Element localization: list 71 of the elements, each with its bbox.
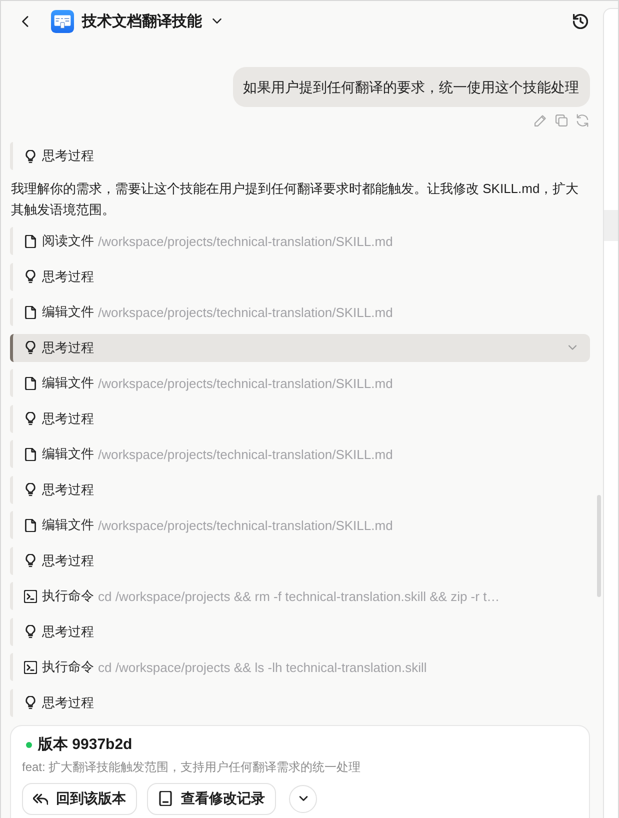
copy-icon[interactable]: [555, 114, 568, 127]
scrollbar-thumb[interactable]: [597, 495, 601, 597]
file-step[interactable]: 编辑文件 /workspace/projects/technical-translation/SKILL.md: [10, 440, 590, 468]
version-title: 版本 9937b2d: [38, 735, 132, 754]
lightbulb-icon: [24, 270, 37, 283]
command-step[interactable]: 执行命令 cd /workspace/projects && rm -f technical-translation.skill && zip -r t…: [10, 582, 590, 610]
reply-all-icon: [33, 791, 48, 806]
file-icon: [24, 518, 37, 532]
terminal-icon: [24, 660, 37, 674]
step-label: 思考过程: [42, 268, 94, 286]
step-label: 思考过程: [42, 552, 94, 570]
commit-message: feat: 扩大翻译技能触发范围，支持用户任何翻译需求的统一处理: [22, 758, 362, 774]
user-message: 如果用户提到任何翻译的要求，统一使用这个技能处理: [233, 67, 590, 107]
lightbulb-icon: [24, 150, 37, 162]
step-detail: /workspace/projects/technical-translation/SKILL.md: [98, 446, 393, 462]
thinking-step[interactable]: 思考过程: [10, 142, 590, 170]
terminal-icon: [24, 590, 37, 602]
lightbulb-icon: [24, 696, 37, 709]
step-label: 编辑文件: [42, 445, 94, 463]
step-label: 思考过程: [42, 622, 94, 640]
step-detail: /workspace/projects/technical-translation/SKILL.md: [98, 234, 393, 248]
step-detail: /workspace/projects/technical-translation/SKILL.md: [98, 518, 393, 532]
step-label: 思考过程: [42, 480, 94, 498]
step-label: 思考过程: [42, 694, 94, 712]
change-log-button[interactable]: 查看修改记录: [147, 782, 276, 814]
step-label: 思考过程: [42, 147, 94, 165]
expand-button[interactable]: [289, 784, 317, 812]
file-step[interactable]: 编辑文件 /workspace/projects/technical-translation/SKILL.md: [10, 369, 590, 397]
app-icon: [51, 10, 74, 32]
title-dropdown[interactable]: 技术文档翻译技能: [82, 12, 223, 30]
file-icon: [24, 306, 37, 318]
reply-text: 我理解你的需求，需要让这个技能在用户提到任何翻译要求时都能触发。让我修改 SKILL.md，扩大其触发语境范围。: [10, 180, 580, 218]
file-step[interactable]: 编辑文件 /workspace/projects/technical-translation/SKILL.md: [10, 511, 590, 539]
history-icon[interactable]: [573, 14, 588, 28]
chevron-down-icon[interactable]: [567, 342, 578, 353]
file-icon: [24, 234, 37, 248]
lightbulb-icon: [24, 554, 37, 567]
thinking-step[interactable]: 思考过程: [10, 334, 590, 362]
lightbulb-icon: [24, 483, 37, 496]
command-step[interactable]: 执行命令 cd /workspace/projects && ls -lh technical-translation.skill: [10, 653, 590, 681]
revert-button[interactable]: 回到该版本: [22, 782, 137, 814]
lightbulb-icon: [24, 412, 37, 425]
thinking-step[interactable]: 思考过程: [10, 618, 590, 646]
step-detail: /workspace/projects/technical-translation/SKILL.md: [98, 304, 393, 320]
file-icon: [24, 376, 37, 390]
step-detail: /workspace/projects/technical-translation/SKILL.md: [98, 376, 393, 390]
step-detail: cd /workspace/projects && rm -f technical-translation.skill && zip -r t…: [98, 588, 500, 604]
step-label: 阅读文件: [42, 232, 94, 250]
lightbulb-icon: [24, 625, 37, 638]
lightbulb-icon: [24, 341, 37, 354]
step-label: 执行命令: [42, 658, 94, 676]
step-label: 编辑文件: [42, 303, 94, 321]
thinking-step[interactable]: 思考过程: [10, 476, 590, 504]
thinking-step[interactable]: 思考过程: [10, 404, 590, 432]
edit-icon[interactable]: [534, 114, 547, 127]
step-label: 编辑文件: [42, 516, 94, 534]
thinking-step[interactable]: 思考过程: [10, 262, 590, 290]
thinking-step[interactable]: 思考过程: [10, 546, 590, 574]
step-label: 思考过程: [42, 338, 94, 356]
step-label: 编辑文件: [42, 374, 94, 392]
step-detail: cd /workspace/projects && ls -lh technical-translation.skill: [98, 660, 427, 674]
refresh-icon[interactable]: [576, 114, 589, 127]
file-step[interactable]: 编辑文件 /workspace/projects/technical-translation/SKILL.md: [10, 298, 590, 326]
thinking-step[interactable]: 思考过程: [10, 688, 590, 716]
file-step[interactable]: 阅读文件 /workspace/projects/technical-translation/SKILL.md: [10, 227, 590, 255]
file-icon: [24, 448, 37, 460]
status-dot: [26, 742, 32, 748]
document-icon: [158, 791, 173, 806]
step-label: 思考过程: [42, 410, 94, 428]
step-label: 执行命令: [42, 587, 94, 605]
chevron-down-icon: [298, 793, 308, 804]
